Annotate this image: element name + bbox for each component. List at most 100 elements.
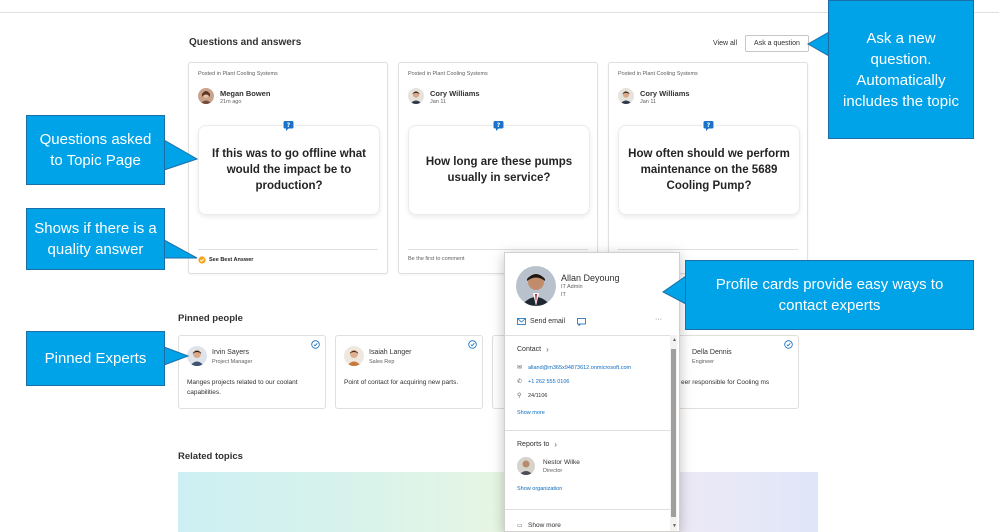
best-answer-icon: [198, 256, 206, 264]
first-comment-label: Be the first to comment: [408, 256, 465, 262]
person-name: Irvin Sayers: [212, 349, 249, 356]
post-time: Jan 11: [640, 99, 657, 105]
chevron-right-icon: ›: [554, 440, 557, 449]
author-name[interactable]: Cory Williams: [640, 89, 690, 98]
question-text: How often should we perform maintenance …: [628, 148, 790, 192]
question-bubble[interactable]: How often should we perform maintenance …: [618, 125, 800, 215]
question-bubble-icon: ?: [492, 119, 505, 131]
ask-question-button[interactable]: Ask a question: [745, 35, 809, 52]
profile-name: Allan Deyoung: [561, 273, 620, 283]
show-more-contact-link[interactable]: Show more: [517, 410, 545, 416]
send-email-button[interactable]: Send email: [517, 318, 565, 325]
office-row: ⚲ 24/1106: [517, 392, 548, 400]
profile-divider: [505, 335, 671, 336]
verified-check-icon: [311, 340, 320, 349]
question-text: How long are these pumps usually in serv…: [425, 156, 573, 184]
posted-in-label: Posted in Plant Cooling Systems: [618, 71, 698, 77]
svg-text:?: ?: [707, 122, 711, 129]
manager-title: Director: [543, 468, 563, 474]
question-card[interactable]: Posted in Plant Cooling Systems Cory Wil…: [398, 62, 598, 274]
card-divider: [618, 249, 798, 250]
person-description: Manges projects related to our coolant c…: [187, 379, 298, 396]
card-divider: [198, 249, 378, 250]
pinned-person-card[interactable]: Irvin Sayers Project Manager Manges proj…: [178, 335, 326, 409]
avatar: [187, 346, 207, 366]
author-name[interactable]: Cory Williams: [430, 89, 480, 98]
related-section-title: Related topics: [178, 451, 243, 462]
reports-to-label: Reports to: [517, 441, 550, 448]
callout-questions: Questions asked to Topic Page: [26, 115, 165, 185]
manager-avatar: [517, 457, 535, 475]
post-time: 21m ago: [220, 99, 242, 105]
scroll-up-icon[interactable]: ▲: [672, 337, 677, 343]
callout-profile-cards: Profile cards provide easy ways to conta…: [685, 260, 974, 330]
scrollbar-thumb[interactable]: [671, 349, 676, 517]
show-more-bottom-label: Show more: [528, 522, 561, 529]
person-description: Point of contact for acquiring new parts…: [344, 379, 459, 386]
question-bubble[interactable]: If this was to go offline what would the…: [198, 125, 380, 215]
scroll-down-icon[interactable]: ▼: [672, 523, 677, 529]
chevron-right-icon: ›: [546, 345, 549, 354]
person-description: eer responsible for Cooling ms: [681, 379, 770, 386]
best-answer-label: See Best Answer: [209, 257, 254, 263]
phone-row[interactable]: ✆ +1 262 555 0106: [517, 378, 569, 386]
card-divider: [408, 249, 588, 250]
pinned-section-title: Pinned people: [178, 313, 243, 324]
question-card[interactable]: Posted in Plant Cooling Systems Megan Bo…: [188, 62, 388, 274]
manager-name[interactable]: Nestor Wilke: [543, 459, 580, 466]
person-role: Sales Rep: [369, 359, 395, 365]
author-name[interactable]: Megan Bowen: [220, 89, 270, 98]
avatar: [618, 88, 634, 104]
phone-icon: ✆: [517, 379, 523, 385]
chat-icon: [577, 318, 586, 326]
callout-pointer: [806, 31, 830, 57]
email-row[interactable]: ✉ alland@m365x94873612.onmicrosoft.com: [517, 364, 631, 372]
svg-text:?: ?: [287, 122, 291, 129]
avatar: [408, 88, 424, 104]
mail-icon: [517, 318, 526, 325]
verified-check-icon: [468, 340, 477, 349]
phone-value[interactable]: +1 262 555 0106: [528, 379, 569, 385]
contact-header[interactable]: Contact ›: [517, 345, 549, 354]
profile-divider: [505, 509, 671, 510]
posted-in-label: Posted in Plant Cooling Systems: [198, 71, 278, 77]
reports-to-header[interactable]: Reports to ›: [517, 440, 557, 449]
mail-icon: ✉: [517, 365, 523, 371]
best-answer-link[interactable]: See Best Answer: [198, 256, 253, 264]
question-text: If this was to go offline what would the…: [212, 148, 366, 192]
profile-card[interactable]: Allan Deyoung IT Admin IT Send email ···…: [504, 252, 680, 532]
more-options-button[interactable]: ···: [655, 316, 662, 323]
profile-avatar: [516, 266, 556, 306]
profile-divider: [505, 430, 671, 431]
card-icon: ▭: [517, 523, 523, 529]
avatar: [198, 88, 214, 104]
qa-section-title: Questions and answers: [189, 37, 302, 48]
email-value[interactable]: alland@m365x94873612.onmicrosoft.com: [528, 365, 631, 371]
question-bubble[interactable]: How long are these pumps usually in serv…: [408, 125, 590, 215]
location-icon: ⚲: [517, 393, 522, 399]
person-name: Isaiah Langer: [369, 349, 412, 356]
profile-department: IT: [561, 292, 566, 298]
person-name: Della Dennis: [692, 349, 732, 356]
show-more-bottom[interactable]: ▭ Show more: [517, 522, 561, 529]
profile-title: IT Admin: [561, 284, 583, 290]
first-comment-link[interactable]: Be the first to comment: [408, 256, 465, 262]
send-email-label: Send email: [530, 318, 566, 325]
callout-ask-question: Ask a new question. Automatically includ…: [828, 0, 974, 139]
chat-button[interactable]: [577, 318, 586, 326]
avatar: [344, 346, 364, 366]
view-all-link[interactable]: View all: [713, 40, 737, 47]
callout-quality-answer: Shows if there is a quality answer: [26, 208, 165, 270]
question-bubble-icon: ?: [282, 119, 295, 131]
show-organization-link[interactable]: Show organization: [517, 486, 562, 492]
question-card[interactable]: Posted in Plant Cooling Systems Cory Wil…: [608, 62, 808, 274]
verified-check-icon: [784, 340, 793, 349]
post-time: Jan 11: [430, 99, 447, 105]
svg-text:?: ?: [497, 122, 501, 129]
person-role: Engineer: [692, 359, 715, 365]
pinned-person-card[interactable]: Isaiah Langer Sales Rep Point of contact…: [335, 335, 483, 409]
office-value: 24/1106: [528, 392, 548, 399]
related-topics-banner[interactable]: [178, 472, 818, 532]
question-bubble-icon: ?: [702, 119, 715, 131]
contact-header-label: Contact: [517, 346, 542, 353]
